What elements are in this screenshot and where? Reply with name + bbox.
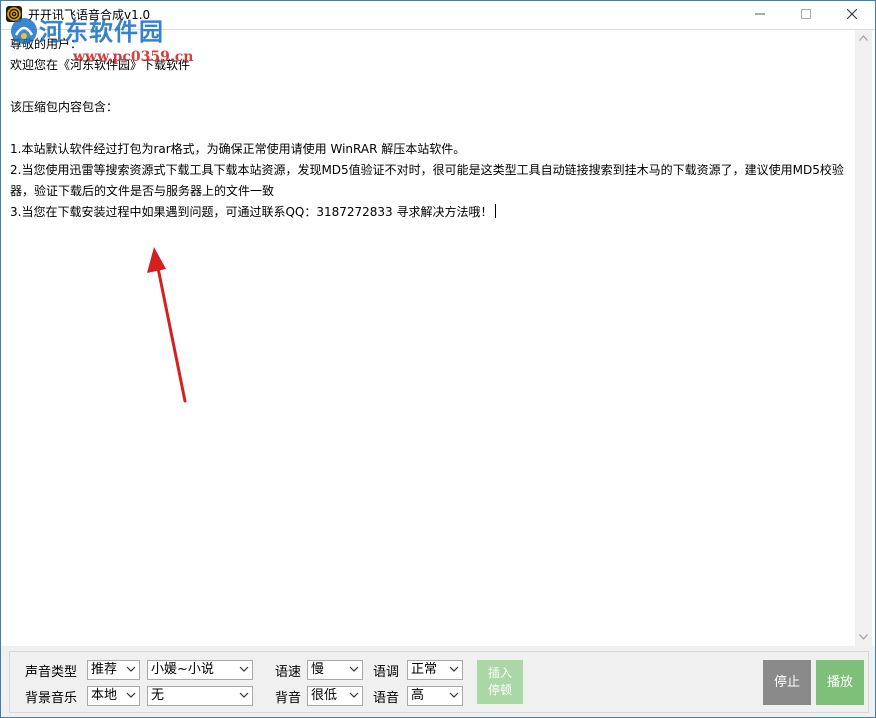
editor-line-text: 3.当您在下载安装过程中如果遇到问题，可通过联系QQ：3187272833 寻求… [10,205,493,219]
insert-pause-label-line2: 停顿 [487,683,512,697]
annotation-arrow [147,247,187,403]
editor-line: 欢迎您在《河东软件园》下载软件 [10,58,191,72]
insert-pause-button[interactable]: 插入 停顿 [477,660,523,704]
bg-music-file-select[interactable]: 无 [147,686,253,706]
bg-music-source-value: 本地 [91,688,118,703]
speed-value: 慢 [311,662,325,677]
voice-type-select[interactable]: 推荐 [87,660,140,680]
bg-volume-value: 很低 [311,688,338,703]
speed-label: 语速 [275,665,302,680]
volume-label: 语音 [373,691,400,706]
speed-select[interactable]: 慢 [307,660,363,680]
controls-panel: 声音类型 推荐 小媛~小说 背景音乐 本地 无 语速 慢 语调 正常 背音 很低… [9,651,869,713]
voice-name-select[interactable]: 小媛~小说 [147,660,253,680]
bg-music-source-select[interactable]: 本地 [87,686,140,706]
app-icon [6,6,22,22]
scroll-down-button[interactable] [855,629,872,646]
editor-line: 尊敬的用户： [10,37,83,51]
chevron-down-icon [239,687,249,705]
chevron-down-icon [239,661,249,679]
text-editor[interactable]: 尊敬的用户： 欢迎您在《河东软件园》下载软件 该压缩包内容包含： 1.本站默认软… [1,29,875,646]
close-button[interactable] [829,1,875,29]
bg-volume-label: 背音 [275,691,302,706]
voice-type-label: 声音类型 [25,665,78,680]
volume-select[interactable]: 高 [407,686,463,706]
chevron-down-icon [349,687,359,705]
chevron-down-icon [449,661,459,679]
scroll-up-button[interactable] [855,30,872,47]
chevron-down-icon [349,661,359,679]
chevron-down-icon [126,687,136,705]
minimize-button[interactable] [737,1,783,29]
editor-text[interactable]: 尊敬的用户： 欢迎您在《河东软件园》下载软件 该压缩包内容包含： 1.本站默认软… [10,34,855,223]
window-title: 开开讯飞语音合成v1.0 [28,8,151,22]
close-icon [846,8,858,20]
stop-button[interactable]: 停止 [763,660,811,705]
chevron-down-icon [859,634,868,640]
bg-volume-select[interactable]: 很低 [307,686,363,706]
app-window: 开开讯飞语音合成v1.0 尊敬的用户： 欢迎您在《河东软件园》下载软件 该压缩包… [0,0,876,718]
text-caret [494,204,496,218]
maximize-button[interactable] [783,1,829,29]
tone-value: 正常 [411,662,438,677]
editor-line-last: 3.当您在下载安装过程中如果遇到问题，可通过联系QQ：3187272833 寻求… [10,202,855,223]
vertical-scrollbar[interactable] [855,30,872,646]
editor-line: 1.本站默认软件经过打包为rar格式，为确保正常使用请使用 WinRAR 解压本… [10,142,466,156]
title-bar[interactable]: 开开讯飞语音合成v1.0 [1,1,875,29]
bg-music-file-value: 无 [151,688,165,703]
tone-select[interactable]: 正常 [407,660,463,680]
volume-value: 高 [411,688,425,703]
chevron-down-icon [126,661,136,679]
chevron-up-icon [859,35,868,41]
insert-pause-label-line1: 插入 [487,666,512,680]
tone-label: 语调 [373,665,400,680]
bg-music-label: 背景音乐 [25,691,78,706]
minimize-icon [755,13,765,15]
editor-line: 该压缩包内容包含： [10,100,119,114]
editor-line: 2.当您使用迅雷等搜索资源式下载工具下载本站资源，发现MD5值验证不对时，很可能… [10,163,844,177]
voice-name-value: 小媛~小说 [151,662,214,677]
chevron-down-icon [449,687,459,705]
editor-line: 器，验证下载后的文件是否与服务器上的文件一致 [10,184,275,198]
voice-type-value: 推荐 [91,662,118,677]
play-button[interactable]: 播放 [816,660,864,705]
maximize-icon [801,9,811,19]
